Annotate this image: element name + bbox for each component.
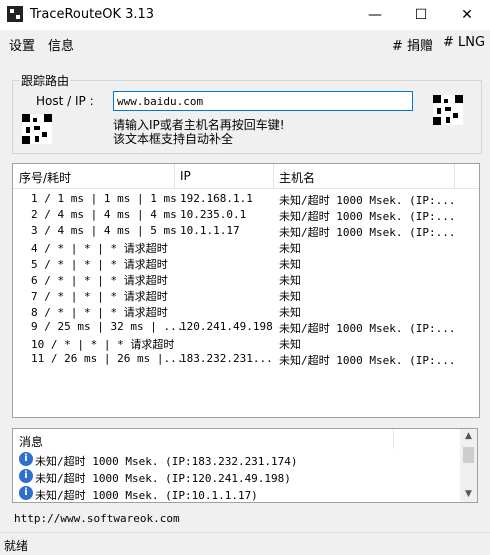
table-row[interactable]: 11 / 26 ms | 26 ms |... 183.232.231... 未知/… xyxy=(13,351,479,367)
website-link[interactable]: http://www.softwareok.com xyxy=(14,512,180,525)
table-row[interactable]: 4 / * | * | * 请求超时 未知 xyxy=(13,239,479,255)
host-label: Host / IP : xyxy=(36,94,94,108)
row-ip: 10.1.1.17 xyxy=(180,224,240,237)
table-row[interactable]: 6 / * | * | * 请求超时 未知 xyxy=(13,271,479,287)
row-seq: 5 / * | * | * 请求超时 xyxy=(31,258,168,271)
row-seq: 4 / * | * | * 请求超时 xyxy=(31,242,168,255)
row-host: 未知 xyxy=(279,242,301,255)
message-text: 未知/超时 1000 Msek. (IP:10.1.1.17) xyxy=(35,489,258,502)
host-input[interactable] xyxy=(113,91,413,111)
message-text: 未知/超时 1000 Msek. (IP:120.241.49.198) xyxy=(35,472,291,485)
row-seq: 2 / 4 ms | 4 ms | 4 ms xyxy=(31,208,177,221)
info-icon: i xyxy=(19,452,33,466)
row-host: 未知/超时 1000 Msek. (IP:... xyxy=(279,354,456,367)
menu-settings[interactable]: 设置 xyxy=(9,35,35,54)
results-table[interactable]: 序号/耗时 IP 主机名 1 / 1 ms | 1 ms | 1 ms 192.1… xyxy=(12,163,480,418)
group-label: 跟踪路由 xyxy=(20,72,71,89)
status-text: 就绪 xyxy=(4,539,29,553)
table-row[interactable]: 9 / 25 ms | 32 ms | ... 120.241.49.198 未知/… xyxy=(13,319,479,335)
table-row[interactable]: 3 / 4 ms | 4 ms | 5 ms 10.1.1.17 未知/超时 100… xyxy=(13,223,479,239)
status-bar: 就绪 xyxy=(0,532,490,555)
info-icon: i xyxy=(19,486,33,500)
messages-header: 消息 xyxy=(19,435,44,449)
app-icon xyxy=(7,6,23,22)
menu-language[interactable]: # LNG xyxy=(443,35,485,50)
row-host: 未知/超时 1000 Msek. (IP:... xyxy=(279,322,456,335)
scroll-down-icon[interactable]: ▼ xyxy=(460,489,477,499)
row-host: 未知 xyxy=(279,290,301,303)
menu-bar: 设置 信息 # 捐赠 # LNG xyxy=(0,31,490,54)
row-ip: 120.241.49.198 xyxy=(180,320,273,333)
row-host: 未知 xyxy=(279,306,301,319)
row-host: 未知/超时 1000 Msek. (IP:... xyxy=(279,194,456,207)
message-text: 未知/超时 1000 Msek. (IP:183.232.231.174) xyxy=(35,455,298,468)
info-icon: i xyxy=(19,469,33,483)
row-seq: 10 / * | * | * 请求超时 xyxy=(31,338,175,351)
row-seq: 6 / * | * | * 请求超时 xyxy=(31,274,168,287)
row-host: 未知/超时 1000 Msek. (IP:... xyxy=(279,210,456,223)
table-row[interactable]: 1 / 1 ms | 1 ms | 1 ms 192.168.1.1 未知/超时 1… xyxy=(13,191,479,207)
table-row[interactable]: 10 / * | * | * 请求超时 未知 xyxy=(13,335,479,351)
scroll-up-icon[interactable]: ▲ xyxy=(460,431,477,441)
hint-line-1: 请输入IP或者主机名再按回车键! xyxy=(113,118,285,132)
minimize-button[interactable]: — xyxy=(352,0,398,30)
table-header: 序号/耗时 IP 主机名 xyxy=(13,164,479,189)
row-ip: 192.168.1.1 xyxy=(180,192,253,205)
table-row[interactable]: 8 / * | * | * 请求超时 未知 xyxy=(13,303,479,319)
row-host: 未知 xyxy=(279,338,301,351)
column-header-ip[interactable]: IP xyxy=(180,169,191,183)
menu-donate[interactable]: # 捐赠 xyxy=(392,35,433,54)
window-title: TraceRouteOK 3.13 xyxy=(30,7,155,22)
menu-info[interactable]: 信息 xyxy=(48,35,74,54)
qr-code-icon[interactable] xyxy=(433,95,463,125)
table-row[interactable]: 2 / 4 ms | 4 ms | 4 ms 10.235.0.1 未知/超时 10… xyxy=(13,207,479,223)
table-row[interactable]: 5 / * | * | * 请求超时 未知 xyxy=(13,255,479,271)
row-seq: 3 / 4 ms | 4 ms | 5 ms xyxy=(31,224,177,237)
row-ip: 10.235.0.1 xyxy=(180,208,247,221)
row-ip: 183.232.231... xyxy=(180,352,273,365)
qr-code-icon[interactable] xyxy=(22,114,52,144)
maximize-button[interactable]: ☐ xyxy=(398,0,444,30)
row-seq: 1 / 1 ms | 1 ms | 1 ms xyxy=(31,192,177,205)
row-seq: 9 / 25 ms | 32 ms | ... xyxy=(31,320,184,333)
column-header-host[interactable]: 主机名 xyxy=(279,169,315,186)
row-host: 未知/超时 1000 Msek. (IP:... xyxy=(279,226,456,239)
column-header-seq[interactable]: 序号/耗时 xyxy=(19,169,71,186)
messages-scrollbar[interactable]: ▲ ▼ xyxy=(460,429,477,502)
row-seq: 11 / 26 ms | 26 ms |... xyxy=(31,352,184,365)
scroll-thumb[interactable] xyxy=(463,447,474,463)
close-button[interactable]: ✕ xyxy=(444,0,490,30)
row-seq: 7 / * | * | * 请求超时 xyxy=(31,290,168,303)
title-bar: TraceRouteOK 3.13 — ☐ ✕ xyxy=(0,0,490,30)
hint-line-2: 该文本框支持自动补全 xyxy=(113,132,234,146)
row-seq: 8 / * | * | * 请求超时 xyxy=(31,306,168,319)
row-host: 未知 xyxy=(279,274,301,287)
table-row[interactable]: 7 / * | * | * 请求超时 未知 xyxy=(13,287,479,303)
hint-text: 请输入IP或者主机名再按回车键! 该文本框支持自动补全 xyxy=(113,118,285,146)
row-host: 未知 xyxy=(279,258,301,271)
messages-list[interactable]: 消息 i 未知/超时 1000 Msek. (IP:183.232.231.174… xyxy=(12,428,478,503)
